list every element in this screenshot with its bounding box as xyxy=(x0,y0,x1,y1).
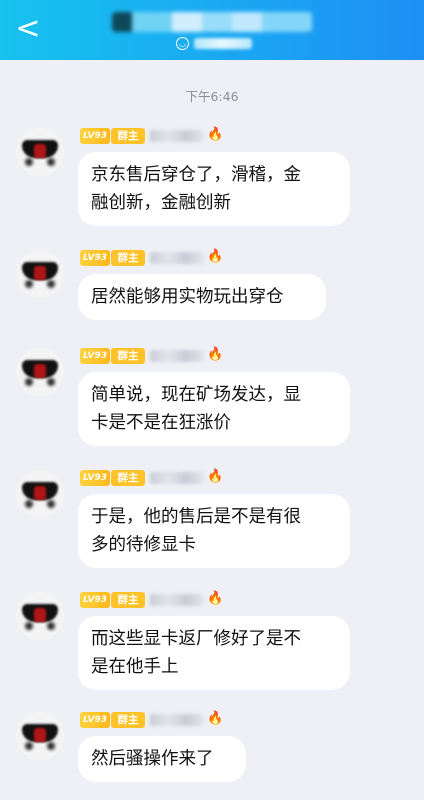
avatar[interactable] xyxy=(16,470,64,518)
sender-name[interactable] xyxy=(150,130,204,142)
sender-row: LV93 群主 🔥 xyxy=(80,591,240,610)
level-badge: LV93 xyxy=(80,348,110,364)
level-badge: LV93 xyxy=(80,470,110,486)
fire-icon: 🔥 xyxy=(207,347,224,362)
sender-name[interactable] xyxy=(150,594,204,606)
sender-name[interactable] xyxy=(150,714,204,726)
sender-row: LV93 群主 🔥 xyxy=(80,347,240,366)
fire-icon: 🔥 xyxy=(207,127,224,142)
level-badge: LV93 xyxy=(80,128,110,144)
role-badge: 群主 xyxy=(111,592,145,608)
sender-name[interactable] xyxy=(150,252,204,264)
sender-row: LV93 群主 🔥 xyxy=(80,249,240,268)
role-badge: 群主 xyxy=(111,250,145,266)
avatar[interactable] xyxy=(16,348,64,396)
avatar[interactable] xyxy=(16,250,64,298)
sender-row: LV93 群主 🔥 xyxy=(80,711,240,730)
fire-icon: 🔥 xyxy=(207,249,224,264)
role-badge: 群主 xyxy=(111,128,145,144)
chat-subtitle: ◡ xyxy=(176,37,256,51)
smile-icon: ◡ xyxy=(176,37,189,50)
message-bubble[interactable]: 简单说，现在矿场发达，显 卡是不是在狂涨价 xyxy=(78,372,350,446)
sender-name[interactable] xyxy=(150,350,204,362)
fire-icon: 🔥 xyxy=(207,711,224,726)
chat-title xyxy=(112,12,312,32)
subtitle-text xyxy=(194,38,252,49)
message-bubble[interactable]: 然后骚操作来了 xyxy=(78,736,246,782)
avatar[interactable] xyxy=(16,592,64,640)
message-bubble[interactable]: 于是，他的售后是不是有很 多的待修显卡 xyxy=(78,494,350,568)
sender-row: LV93 群主 🔥 xyxy=(80,127,240,146)
role-badge: 群主 xyxy=(111,712,145,728)
message-bubble[interactable]: 而这些显卡返厂修好了是不 是在他手上 xyxy=(78,616,350,690)
role-badge: 群主 xyxy=(111,470,145,486)
chat-header: < ◡ xyxy=(0,0,424,60)
fire-icon: 🔥 xyxy=(207,469,224,484)
avatar[interactable] xyxy=(16,712,64,760)
sender-row: LV93 群主 🔥 xyxy=(80,469,240,488)
fire-icon: 🔥 xyxy=(207,591,224,606)
level-badge: LV93 xyxy=(80,250,110,266)
back-chevron-icon[interactable]: < xyxy=(12,13,44,47)
message-bubble[interactable]: 居然能够用实物玩出穿仓 xyxy=(78,274,326,320)
timestamp: 下午6:46 xyxy=(185,89,239,104)
avatar[interactable] xyxy=(16,128,64,176)
sender-name[interactable] xyxy=(150,472,204,484)
message-bubble[interactable]: 京东售后穿仓了，滑稽，金 融创新，金融创新 xyxy=(78,152,350,226)
role-badge: 群主 xyxy=(111,348,145,364)
level-badge: LV93 xyxy=(80,592,110,608)
level-badge: LV93 xyxy=(80,712,110,728)
